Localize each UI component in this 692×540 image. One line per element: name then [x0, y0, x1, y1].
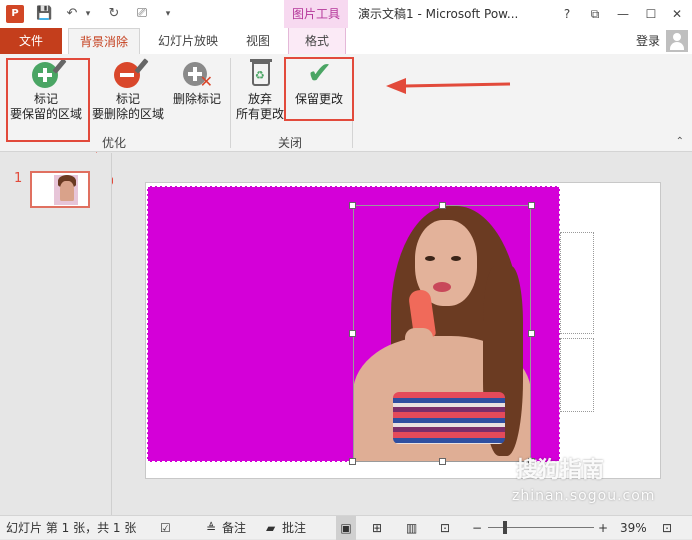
comments-button[interactable]: 批注 — [282, 516, 306, 540]
reading-view-icon[interactable]: ▥ — [406, 516, 417, 540]
slide-count-status: 幻灯片 第 1 张，共 1 张 — [6, 521, 137, 535]
resize-handle[interactable] — [528, 330, 535, 337]
spell-check-icon[interactable]: ☑ — [160, 516, 171, 540]
placeholder-box — [560, 232, 594, 334]
fit-to-window-icon[interactable]: ⊡ — [662, 516, 672, 540]
zoom-level[interactable]: 39% — [620, 516, 647, 540]
arrow-to-keep-changes — [386, 78, 511, 94]
comments-icon[interactable]: ▰ — [266, 516, 275, 540]
notes-button[interactable]: 备注 — [222, 516, 246, 540]
resize-handle[interactable] — [349, 458, 356, 465]
slide-thumbnail[interactable] — [30, 171, 90, 208]
slide-thumbnail-pane: 1 — [0, 153, 112, 515]
thumbnail-face — [60, 181, 74, 201]
status-bar: 幻灯片 第 1 张，共 1 张 ☑ ≜ 备注 ▰ 批注 ▣ ⊞ ▥ ⊡ − + … — [0, 515, 692, 540]
watermark: 搜狗指南 zhinan.sogou.com — [512, 450, 682, 510]
notes-icon[interactable]: ≜ — [206, 516, 216, 540]
placeholder-box — [560, 338, 594, 412]
slideshow-view-icon[interactable]: ⊡ — [440, 516, 450, 540]
keep-region-frame[interactable] — [353, 205, 531, 462]
resize-handle[interactable] — [349, 202, 356, 209]
zoom-out-button[interactable]: − — [472, 516, 482, 540]
watermark-url-text: zhinan.sogou.com — [512, 488, 656, 504]
resize-handle[interactable] — [439, 458, 446, 465]
resize-handle[interactable] — [439, 202, 446, 209]
normal-view-icon[interactable]: ▣ — [336, 516, 356, 540]
slide-sorter-icon[interactable]: ⊞ — [372, 516, 382, 540]
zoom-in-button[interactable]: + — [598, 516, 608, 540]
slide-number: 1 — [14, 171, 23, 186]
resize-handle[interactable] — [528, 202, 535, 209]
resize-handle[interactable] — [349, 330, 356, 337]
zoom-slider-thumb[interactable] — [503, 521, 507, 534]
watermark-main-text: 搜狗指南 — [516, 458, 605, 483]
